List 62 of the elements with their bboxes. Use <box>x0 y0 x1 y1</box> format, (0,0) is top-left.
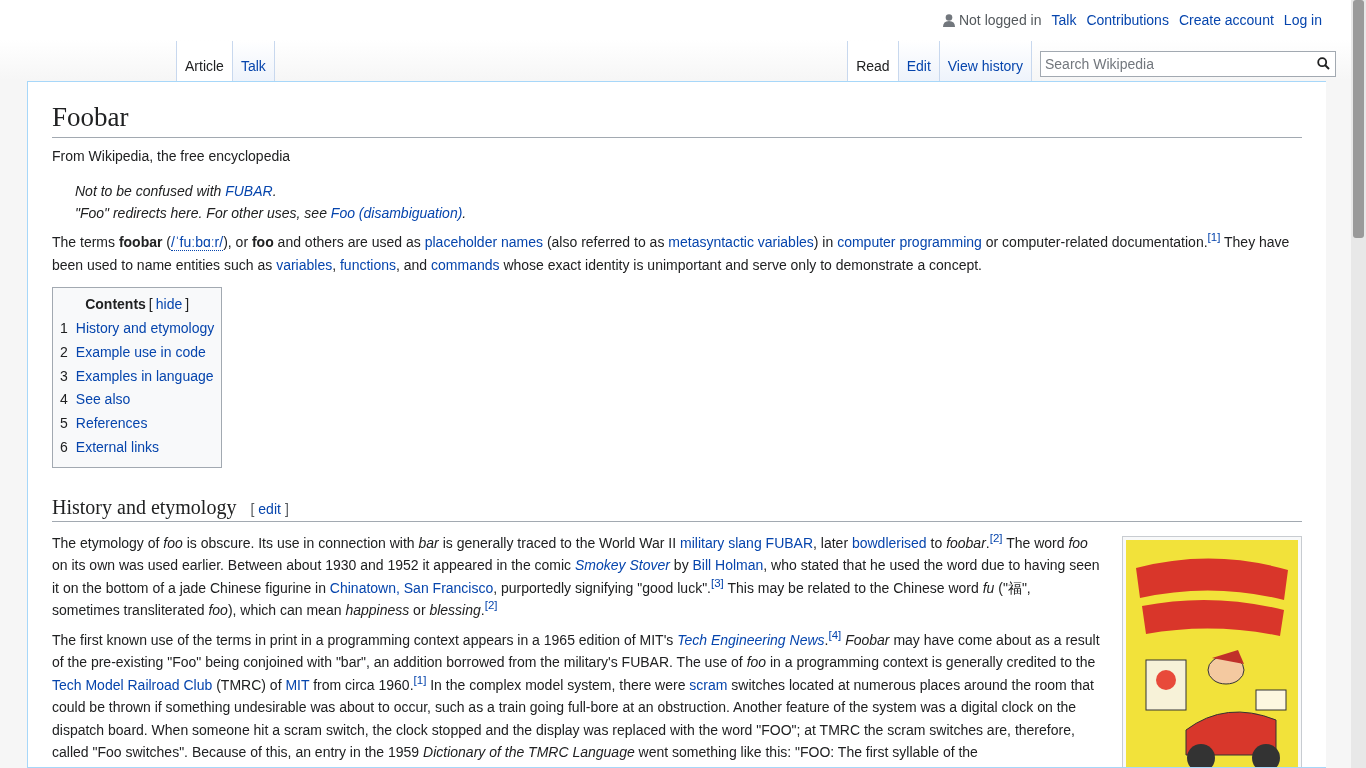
hatnote: "Foo" redirects here. For other uses, see Foo (disambiguation). <box>74 204 468 224</box>
contents-number: 5 <box>60 414 68 434</box>
account-link[interactable]: Contributions <box>1086 12 1169 28</box>
contents-link[interactable]: External links <box>75 438 160 457</box>
bracket: [ <box>250 500 255 517</box>
contents-link[interactable]: See also <box>75 390 131 410</box>
contents-title: Contents <box>85 296 146 313</box>
text-link[interactable]: MIT <box>285 676 310 693</box>
text-link[interactable]: Tech Engineering News <box>677 631 825 648</box>
contents-number: 4 <box>60 390 68 410</box>
reference-link[interactable]: [2] <box>989 532 1003 545</box>
contents-number: 6 <box>60 438 68 457</box>
scrollbar-thumb[interactable] <box>1353 0 1364 238</box>
scrollbar[interactable] <box>1351 0 1366 768</box>
paragraph: The etymology of foo is obscure. Its use in connection with bar is generally traced to the World War II military slang FUBAR, later bowdlerised to foobar.$^{[2]}$ The word foo on its own was used earlier. Between about 1930 and 1952 it appeared in the comic Smokey Stover by Bill Holman, who stated that he used the word due to having seen it on the bottom of a jade Chinese figurine in Chinatown, San Francisco, purportedly signifying "good luck".$^{[3]}$ This may be related to the Chinese word fu ("福", sometimes transliterated foo), which can mean happiness or blessing.$^{[2]}$ <box>52 531 1101 621</box>
paragraph: The first known use of the terms in print in a programming context appears in a 1965 edition of MIT's Tech Engineering News.$^{[4]}$ Foobar may have come about as a result of the pre-existing "Foo" being conjoined with "bar", an addition borrowed from the military's FUBAR. The use of foo in a programming context is generally credited to the Tech Model Railroad Club (TMRC) of MIT from circa 1960.$^{[1]}$ In the complex model system, there were scram switches located at numerous places around the room that could be thrown if something undesirable was about to occur, such as a train going full-bore at an obstruction. Another feature of the system was a digital clock on the dispatch board. When someone hit a scram switch, the clock stopped and the display was replaced with the word "FOO"; at TMRC the scram switches are, therefore, called "Foo switches". Because of this, an entry in the 1959 Dictionary of the TMRC Language went something like this: "FOO: The first syllable of the <box>52 628 1101 763</box>
account-link[interactable]: Create account <box>1178 12 1274 28</box>
bracket: ] <box>284 500 289 517</box>
search-field[interactable]: Search Wikipedia <box>1040 51 1336 77</box>
contents-link[interactable]: History and etymology <box>75 319 215 338</box>
text-link[interactable]: Tech Model Railroad Club <box>52 676 213 693</box>
contents-link[interactable]: References <box>75 414 148 434</box>
login-status: Not logged in <box>942 12 1042 28</box>
hatnote: Not to be confused with FUBAR. <box>74 182 278 202</box>
contents-link[interactable]: Examples in language <box>75 366 214 386</box>
search-icon[interactable] <box>1317 57 1330 70</box>
paragraph: The terms foobar (/ˈfuːbɑːr/), or foo and others are used as placeholder names (also referred to as metasyntactic variables) in computer programming or computer-related documentation.$^{[1]}$ They have been used to name entities such as variables, functions, and commands whose exact identity is unimportant and serve only to demonstrate a concept. <box>52 231 1291 275</box>
contents-link[interactable]: Example use in code <box>75 342 206 362</box>
text-link[interactable]: bowdlerised <box>851 534 927 551</box>
reference-link[interactable]: [1] <box>413 674 427 687</box>
reference-link[interactable]: [4] <box>828 629 842 642</box>
text-link[interactable]: commands <box>431 256 500 273</box>
reference-link[interactable]: [3] <box>711 577 724 590</box>
page-title: Foobar <box>52 100 1302 139</box>
contents-number: 2 <box>60 342 68 362</box>
text-link[interactable]: scram <box>689 676 728 693</box>
contents-number: 1 <box>60 319 68 338</box>
view-tab[interactable]: View history <box>939 41 1032 81</box>
view-tab[interactable]: Edit <box>898 41 940 81</box>
text-link[interactable]: metasyntactic variables <box>668 234 814 251</box>
text-link[interactable]: Smokey Stover <box>575 557 670 574</box>
text-link[interactable]: placeholder names <box>424 234 543 251</box>
text-link[interactable]: FUBAR <box>225 183 273 200</box>
account-link[interactable]: Log in <box>1283 12 1322 28</box>
page-tab[interactable]: Article <box>176 41 233 81</box>
tagline: From Wikipedia, the free encyclopedia <box>52 148 292 165</box>
edit-link[interactable]: edit <box>258 500 281 517</box>
bracket: [ <box>148 296 153 313</box>
text-link[interactable]: Foo (disambiguation) <box>330 205 463 222</box>
text-link[interactable]: functions <box>339 256 396 273</box>
pronunciation-link[interactable]: /ˈfuːbɑːr/ <box>171 234 224 252</box>
account-link[interactable]: Talk <box>1051 12 1077 28</box>
contents-number: 3 <box>60 366 68 386</box>
reference-link[interactable]: [1] <box>1207 231 1221 244</box>
user-icon <box>942 13 955 27</box>
section-heading: History and etymology <box>52 495 237 519</box>
bracket: ] <box>185 296 190 313</box>
page-tab[interactable]: Talk <box>232 41 275 81</box>
hide-link[interactable]: hide <box>155 296 183 313</box>
text-link[interactable]: computer programming <box>837 234 982 251</box>
reference-link[interactable]: [2] <box>484 599 498 612</box>
view-tab[interactable]: Read <box>847 41 899 81</box>
